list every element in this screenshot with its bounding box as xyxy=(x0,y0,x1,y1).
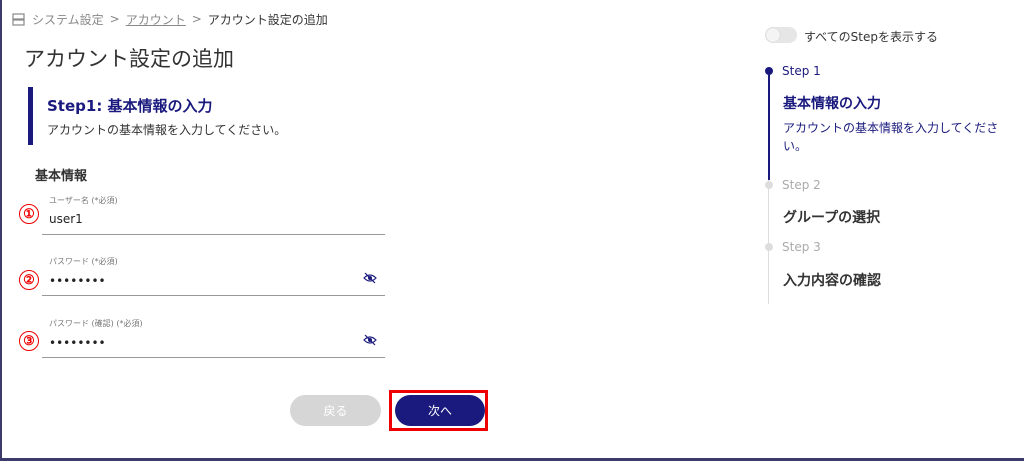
back-button[interactable]: 戻る xyxy=(290,395,381,426)
step-1-title: 基本情報の入力 xyxy=(783,96,881,112)
password-confirm-input[interactable]: •••••••• xyxy=(49,336,106,350)
step-header-title: Step1: 基本情報の入力 xyxy=(47,97,213,115)
eye-slash-icon[interactable] xyxy=(363,269,377,284)
eye-slash-icon[interactable] xyxy=(363,331,377,346)
step-3-number: Step 3 xyxy=(782,240,821,254)
breadcrumb-separator: > xyxy=(109,12,120,26)
section-label: 基本情報 xyxy=(35,169,88,184)
annotation-marker-1: ① xyxy=(19,204,39,224)
page-title: アカウント設定の追加 xyxy=(24,47,234,71)
step-3-dot xyxy=(765,243,773,251)
step-1-number: Step 1 xyxy=(782,64,821,78)
annotation-marker-2: ② xyxy=(19,270,39,290)
password-field[interactable]: パスワード (*必須) •••••••• xyxy=(42,256,385,296)
step-2-number: Step 2 xyxy=(782,178,821,192)
breadcrumb: システム設定 > アカウント > アカウント設定の追加 xyxy=(12,10,328,28)
password-confirm-field[interactable]: パスワード (確認) (*必須) •••••••• xyxy=(42,318,385,358)
step-1-description: アカウントの基本情報を入力してください。 xyxy=(783,121,999,153)
toggle-label: すべてのStepを表示する xyxy=(804,30,939,44)
breadcrumb-parent[interactable]: アカウント xyxy=(126,11,186,28)
server-icon xyxy=(12,12,26,26)
password-label: パスワード (*必須) xyxy=(49,257,118,266)
toggle-knob xyxy=(766,28,780,42)
breadcrumb-current: アカウント設定の追加 xyxy=(207,12,328,27)
username-field[interactable]: ユーザー名 (*必須) user1 xyxy=(42,195,385,235)
next-button[interactable]: 次へ xyxy=(395,395,485,426)
step-header-description: アカウントの基本情報を入力してください。 xyxy=(47,123,287,137)
step-2-title: グループの選択 xyxy=(783,210,881,226)
frame-left-border xyxy=(0,0,2,461)
step-3-title: 入力内容の確認 xyxy=(783,273,881,289)
username-input[interactable]: user1 xyxy=(49,212,83,226)
step-1-dot xyxy=(765,67,773,75)
step-header: Step1: 基本情報の入力 アカウントの基本情報を入力してください。 xyxy=(28,87,408,145)
show-all-steps-toggle[interactable] xyxy=(765,27,797,43)
annotation-marker-3: ③ xyxy=(19,331,39,351)
breadcrumb-separator: > xyxy=(191,12,202,26)
step-2-dot xyxy=(765,181,773,189)
password-input[interactable]: •••••••• xyxy=(49,274,106,288)
stepper-track-active xyxy=(768,74,770,180)
breadcrumb-root[interactable]: システム設定 xyxy=(32,11,104,28)
username-label: ユーザー名 (*必須) xyxy=(49,196,118,205)
password-confirm-label: パスワード (確認) (*必須) xyxy=(49,319,143,328)
